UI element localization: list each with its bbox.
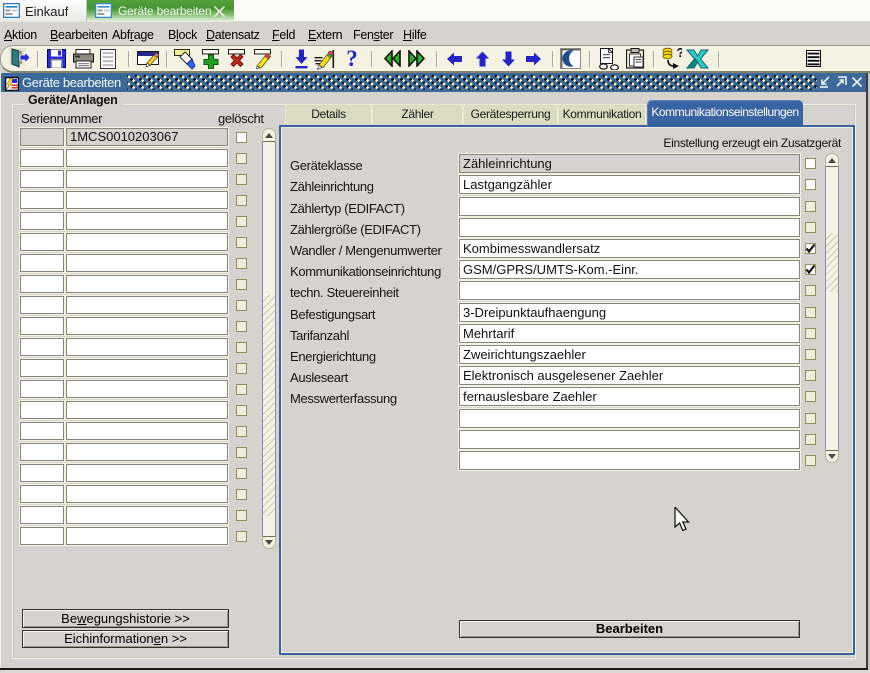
svg-text:?: ? <box>677 47 683 60</box>
svg-text:?: ? <box>346 48 358 70</box>
